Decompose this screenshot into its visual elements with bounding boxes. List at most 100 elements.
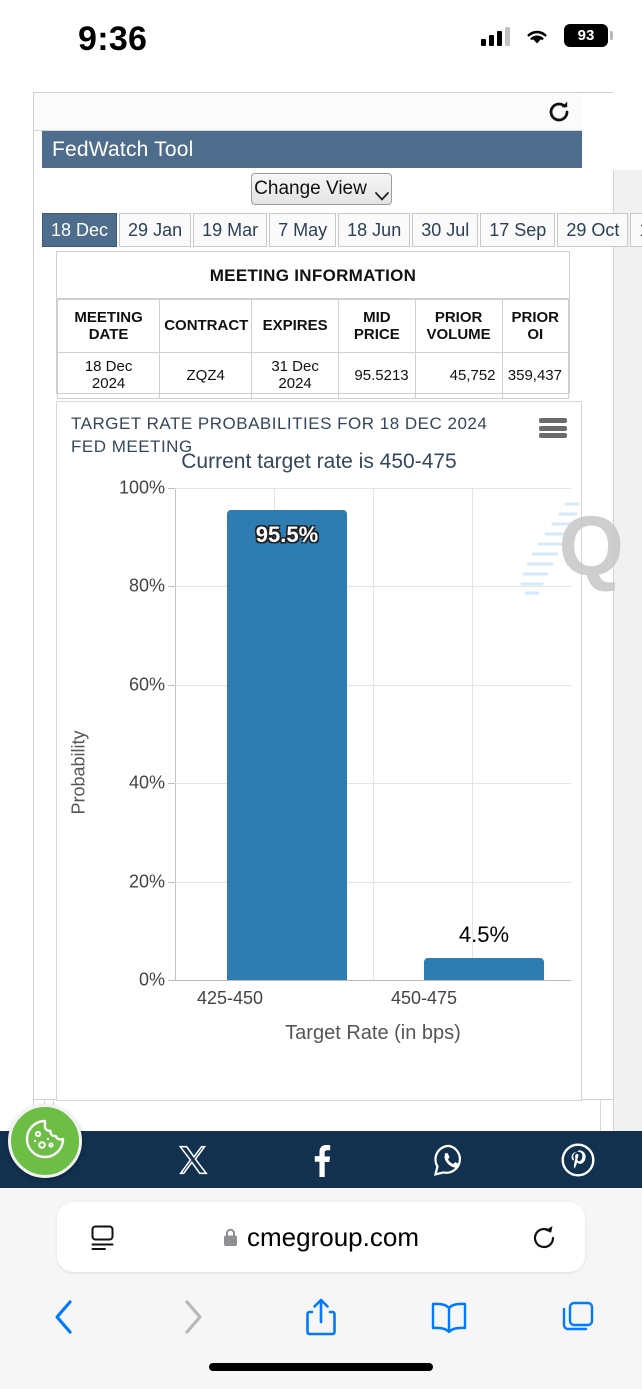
- watermark-lines-icon: [520, 498, 582, 598]
- fedwatch-frame: FedWatch Tool Change View 18 Dec 29 Jan …: [33, 92, 642, 1102]
- bar-450-475[interactable]: 4.5%: [424, 922, 544, 980]
- bar-value-label: 4.5%: [458, 922, 510, 947]
- y-tickmark-20: [168, 882, 175, 883]
- iframe-reload-row: [34, 93, 582, 131]
- meeting-information-table: MEETING DATE CONTRACT EXPIRES MID PRICE …: [56, 299, 570, 399]
- social-pinterest[interactable]: [514, 1131, 642, 1188]
- cellular-signal-icon: [481, 26, 510, 46]
- col-prior-volume: PRIOR VOLUME: [414, 299, 503, 353]
- cookie-consent-button[interactable]: [8, 1104, 82, 1178]
- tab-18-jun[interactable]: 18 Jun: [338, 213, 411, 247]
- col-line-1: PRIOR: [511, 308, 560, 326]
- address-bar[interactable]: cmegroup.com: [57, 1202, 585, 1272]
- x-tick-425-450: 425-450: [196, 988, 264, 1008]
- cell-line-2: 2024: [278, 375, 312, 393]
- y-axis-ticks: 100% 80% 60% 40% 20% 0%: [87, 477, 165, 1102]
- refresh-icon[interactable]: [546, 99, 572, 125]
- webview: FedWatch Tool Change View 18 Dec 29 Jan …: [0, 78, 642, 1178]
- y-tick-100: 100%: [118, 477, 165, 498]
- bar-425-450[interactable]: 95.5%: [227, 510, 347, 980]
- y-tickmark-40: [168, 783, 175, 784]
- y-tickmark-60: [168, 685, 175, 686]
- tab-7-may[interactable]: 7 May: [269, 213, 337, 247]
- vgridline-2: [373, 488, 374, 980]
- col-line-1: PRIOR: [434, 308, 483, 326]
- share-button[interactable]: [257, 1297, 385, 1342]
- tabs-button[interactable]: [514, 1300, 642, 1339]
- forward-button: [128, 1299, 256, 1340]
- social-share-bar: [0, 1131, 642, 1188]
- x-axis-line: [175, 980, 571, 981]
- tab-19-mar[interactable]: 19 Mar: [193, 213, 268, 247]
- page-scrollbar[interactable]: [613, 170, 642, 1178]
- url-display[interactable]: cmegroup.com: [57, 1202, 585, 1272]
- col-line-1: MEETING: [74, 308, 143, 326]
- social-whatsapp[interactable]: [385, 1131, 513, 1188]
- col-line-2: VOLUME: [426, 326, 491, 343]
- change-view-label: Change View: [254, 178, 367, 199]
- facebook-icon: [304, 1143, 338, 1177]
- back-button[interactable]: [0, 1299, 128, 1340]
- meeting-information-panel: MEETING INFORMATION MEETING DATE CONTRAC…: [56, 251, 570, 399]
- y-tickmark-80: [168, 586, 175, 587]
- x-twitter-icon: [176, 1143, 210, 1177]
- col-contract: CONTRACT: [159, 299, 253, 353]
- y-tickmark-100: [168, 488, 175, 489]
- hamburger-menu-icon[interactable]: [539, 418, 567, 438]
- tab-30-jul[interactable]: 30 Jul: [412, 213, 479, 247]
- fedwatch-title-bar: FedWatch Tool: [42, 131, 582, 168]
- battery-icon: 93: [564, 24, 613, 47]
- y-tick-80: 80%: [128, 575, 165, 596]
- bar-chart: Probability 100% 80% 60% 40% 20% 0% Q 95…: [57, 477, 625, 1102]
- col-prior-oi: PRIOR OI: [501, 299, 570, 353]
- status-indicators: 93: [481, 24, 613, 47]
- x-axis-label: Target Rate (in bps): [285, 1022, 461, 1044]
- tab-17-sep[interactable]: 17 Sep: [480, 213, 556, 247]
- cell-line-2: 2024: [91, 375, 126, 393]
- plot-area: Q 95.5% 4.5%: [168, 488, 624, 981]
- tab-18-dec[interactable]: 18 Dec: [42, 213, 118, 247]
- tab-10-dec[interactable]: 10 Dec: [630, 213, 642, 247]
- home-indicator: [209, 1363, 433, 1371]
- cell-meeting-date: 18 Dec 2024: [56, 352, 161, 399]
- col-line-2: PRICE: [353, 326, 400, 343]
- url-text: cmegroup.com: [247, 1221, 419, 1252]
- cell-line-1: 18 Dec: [84, 358, 133, 375]
- col-mid-price: MID PRICE: [338, 299, 416, 353]
- book-icon: [430, 1301, 468, 1338]
- reload-icon[interactable]: [529, 1223, 559, 1253]
- change-view-row: Change View: [34, 173, 582, 209]
- table-header-row: MEETING DATE CONTRACT EXPIRES MID PRICE …: [56, 299, 570, 353]
- screen: 9:36 93 FedWatch Tool Change View 18 Dec…: [0, 0, 642, 1389]
- wifi-icon: [524, 26, 550, 46]
- chart-subtitle: Current target rate is 450-475: [181, 450, 457, 473]
- whatsapp-icon: [431, 1142, 467, 1178]
- y-tick-60: 60%: [128, 674, 165, 695]
- bookmarks-button[interactable]: [385, 1301, 513, 1338]
- y-tick-0: 0%: [138, 969, 165, 990]
- social-facebook[interactable]: [257, 1131, 385, 1188]
- probability-chart-card: TARGET RATE PROBABILITIES FOR 18 DEC 202…: [56, 401, 625, 1102]
- social-x[interactable]: [128, 1131, 256, 1188]
- col-line-2: OI: [527, 326, 544, 343]
- tab-29-oct[interactable]: 29 Oct: [557, 213, 629, 247]
- chevron-left-icon: [52, 1299, 76, 1340]
- col-line-1: MID: [363, 308, 391, 326]
- tab-29-jan[interactable]: 29 Jan: [119, 213, 192, 247]
- safari-bottom-bar: cmegroup.com: [0, 1188, 642, 1389]
- cookie-icon: [21, 1115, 69, 1168]
- change-view-button[interactable]: Change View: [251, 173, 392, 205]
- meeting-date-tabs[interactable]: 18 Dec 29 Jan 19 Mar 7 May 18 Jun 30 Jul…: [42, 213, 642, 247]
- vgridline-3: [472, 488, 473, 980]
- cell-line-1: 31 Dec: [271, 358, 319, 375]
- safari-toolbar: [0, 1284, 642, 1354]
- cell-mid-price: 95.5213: [338, 352, 416, 399]
- y-tick-20: 20%: [128, 871, 165, 892]
- cell-prior-volume: 45,752: [414, 352, 503, 399]
- meeting-information-title: MEETING INFORMATION: [57, 252, 569, 299]
- chevron-down-icon: [374, 185, 389, 201]
- col-meeting-date: MEETING DATE: [56, 299, 161, 353]
- ios-status-bar: 9:36 93: [0, 0, 642, 78]
- pinterest-icon: [560, 1142, 596, 1178]
- cell-prior-oi: 359,437: [501, 352, 570, 399]
